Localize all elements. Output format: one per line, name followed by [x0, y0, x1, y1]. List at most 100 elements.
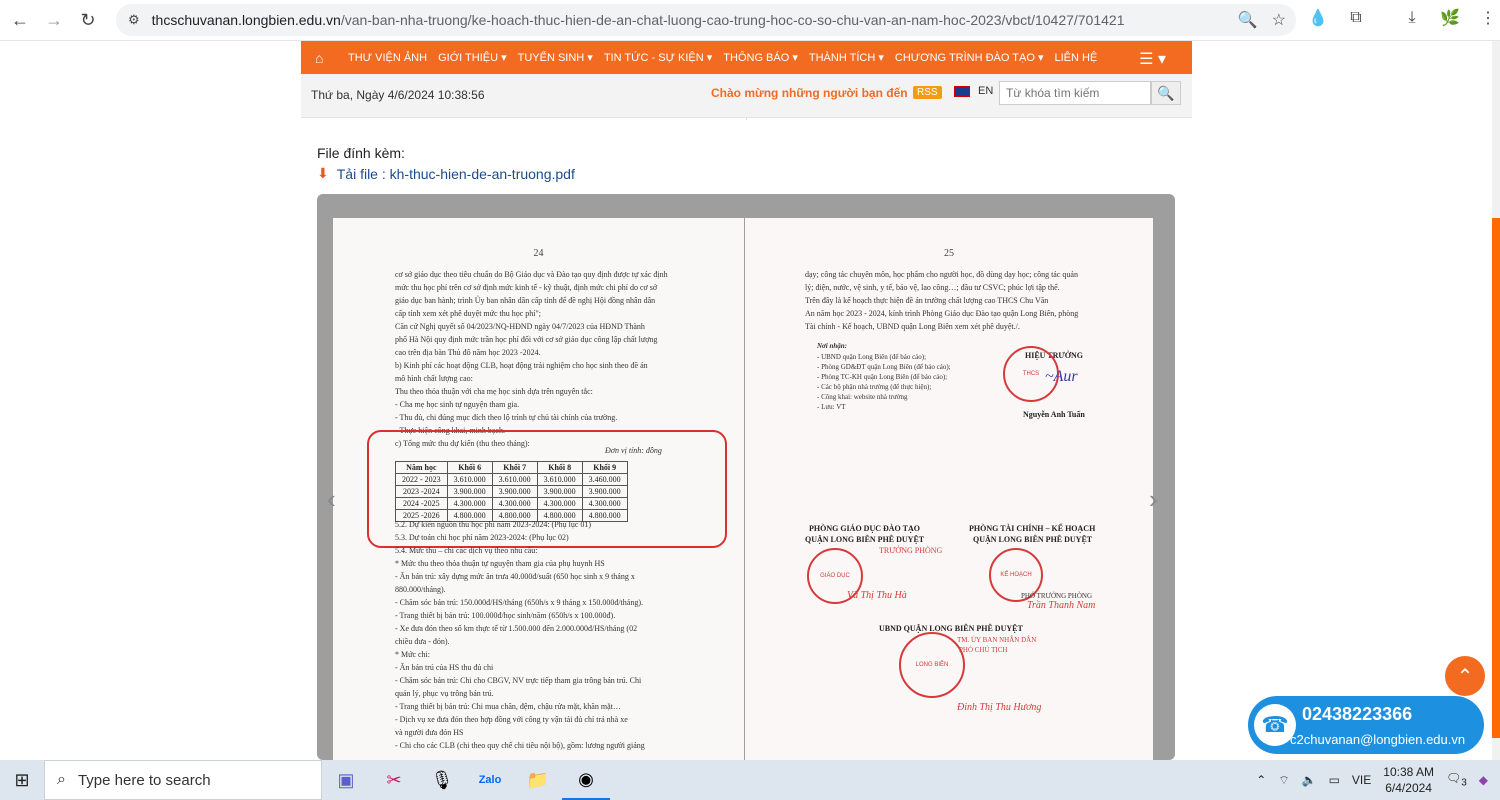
address-bar[interactable]: ⚙ thcschuvanan.longbien.edu.vn/van-ban-n… [116, 4, 1296, 36]
search-icon[interactable]: 🔍 [1151, 81, 1181, 105]
home-icon[interactable]: ⌂ [315, 50, 337, 66]
gd-role: TRƯỞNG PHÒNG [879, 546, 943, 555]
chrome-icon[interactable]: ◉ [562, 760, 610, 800]
extension-drop-icon[interactable]: 💧 [1306, 6, 1330, 30]
contact-phone[interactable]: 02438223366 [1302, 704, 1412, 725]
bookmark-star-icon[interactable]: ☆ [1272, 10, 1286, 30]
text-line: - Ăn bán trú của HS thu đủ chi [395, 663, 494, 672]
site-search-input[interactable] [999, 81, 1151, 105]
uk-flag-icon[interactable] [954, 86, 970, 97]
hamburger-menu-icon[interactable]: ☰ ▾ [1139, 49, 1166, 69]
teams-icon[interactable]: ▣ [322, 760, 370, 800]
text-line: chiều đưa - đón). [395, 637, 450, 646]
welcome-marquee: Chào mừng những người bạn đến vớ [711, 86, 909, 100]
taskbar-search[interactable]: ⌕ Type here to search [44, 760, 322, 800]
url-text[interactable]: thcschuvanan.longbien.edu.vn/van-ban-nha… [152, 12, 1125, 28]
extensions-puzzle-icon[interactable]: ⧉ [1344, 6, 1368, 30]
clock[interactable]: 10:38 AM 6/4/2024 [1383, 764, 1434, 796]
contact-widget[interactable]: ☎ 02438223366 c2chuvanan@longbien.edu.vn [1248, 696, 1484, 754]
pdf-spread: 24 cơ sở giáo dục theo tiêu chuẩn do Bộ … [333, 218, 1155, 760]
attachment-download-link[interactable]: ⬇ Tải file : kh-thuc-hien-de-an-truong.p… [317, 165, 575, 182]
prev-page-arrow-icon[interactable]: ‹ [327, 484, 336, 515]
nav-item-gallery[interactable]: THƯ VIỆN ẢNH [348, 52, 427, 64]
nav-item-admission[interactable]: TUYỂN SINH ▾ [518, 51, 593, 64]
windows-taskbar: ⊞ ⌕ Type here to search ▣ ✂ 🎙 Zalo 📁 ◉ ⌃… [0, 760, 1500, 800]
notification-icon[interactable]: 🗨3 [1446, 771, 1467, 788]
text-line: - Phòng GD&ĐT quận Long Biên (để báo cáo… [817, 363, 951, 371]
rss-badge[interactable]: RSS [913, 86, 942, 99]
text-line: - Công khai: website nhà trường [817, 393, 908, 401]
copilot-icon[interactable]: ◆ [1479, 773, 1488, 787]
text-line: 880.000/tháng). [395, 585, 446, 594]
reload-icon[interactable]: ↻ [74, 6, 102, 34]
nav-item-announcements[interactable]: THÔNG BÁO ▾ [723, 51, 798, 64]
right-page-text: dạy; công tác chuyên môn, học phẩm cho n… [805, 268, 1125, 333]
text-line: giáo dục ban hành; trình Ủy ban nhân dân… [395, 296, 656, 305]
attachment-link-text[interactable]: Tải file : kh-thuc-hien-de-an-truong.pdf [337, 166, 575, 182]
download-icon[interactable]: ⤓ [1400, 6, 1424, 30]
nav-item-programs[interactable]: CHƯƠNG TRÌNH ĐÀO TẠO ▾ [895, 51, 1044, 64]
next-page-arrow-icon[interactable]: › [1149, 484, 1158, 515]
text-line: và người đưa đón HS [395, 728, 464, 737]
gd-title-1: PHÒNG GIÁO DỤC ĐÀO TẠO [809, 524, 920, 533]
text-line: cấp tỉnh xem xét phê duyệt mức thu học p… [395, 309, 542, 318]
left-page-text-bottom: 5.2. Dự kiến nguồn thu học phí năm 2023-… [395, 518, 715, 752]
back-to-top-button[interactable]: ⌃ [1445, 656, 1485, 696]
clock-time: 10:38 AM [1383, 765, 1434, 779]
scrollbar-thumb[interactable] [1492, 218, 1500, 738]
nav-item-about[interactable]: GIỚI THIỆU ▾ [438, 51, 507, 64]
windows-start-icon[interactable]: ⊞ [0, 760, 44, 800]
ubnd-signature: Đinh Thị Thu Hương [957, 702, 1042, 713]
tray-chevron-icon[interactable]: ⌃ [1256, 773, 1266, 787]
text-line: Tài chính - Kế hoạch, UBND quận Long Biê… [805, 322, 1020, 331]
text-line: mức thu học phí trên cơ sở định mức kinh… [395, 283, 658, 292]
zoom-icon[interactable]: 🔍 [1238, 10, 1258, 30]
network-icon[interactable]: ⌔ [1278, 773, 1289, 788]
language-en[interactable]: EN [978, 85, 993, 97]
snipping-tool-icon[interactable]: ✂ [370, 760, 418, 800]
ubnd-role-2: PHÓ CHỦ TỊCH [959, 646, 1008, 654]
text-line: - Chi cho các CLB (chi theo quy chế chi … [395, 741, 645, 750]
contact-email[interactable]: c2chuvanan@longbien.edu.vn [1290, 732, 1465, 747]
volume-icon[interactable]: 🔈 [1302, 773, 1317, 787]
ubnd-title: UBND QUẬN LONG BIÊN PHÊ DUYỆT [879, 624, 1023, 633]
text-line: - Lưu: VT [817, 403, 846, 411]
gd-signature: Vũ Thị Thu Hà [847, 590, 907, 601]
forward-icon[interactable]: → [40, 6, 68, 34]
site-info-icon[interactable]: ⚙ [128, 12, 140, 28]
text-line: b) Kinh phí các hoạt động CLB, hoạt động… [395, 361, 648, 370]
info-bar: Thứ ba, Ngày 4/6/2024 10:38:56 Chào mừng… [301, 74, 1192, 118]
battery-icon[interactable]: ▭ [1329, 773, 1340, 787]
text-line: - Dịch vụ xe đưa đón theo hợp đồng với c… [395, 715, 628, 724]
tc-title-2: QUẬN LONG BIÊN PHÊ DUYỆT [973, 535, 1093, 544]
text-line: - Cha mẹ học sinh tự nguyện tham gia. [395, 400, 520, 409]
input-language[interactable]: VIE [1352, 773, 1371, 787]
text-line: * Mức thu theo thỏa thuận tự nguyện tham… [395, 559, 605, 568]
text-line: phố Hà Nội quy định mức trần học phí đối… [395, 335, 658, 344]
text-line: dạy; công tác chuyên môn, học phẩm cho n… [805, 270, 1078, 279]
browser-toolbar: ← → ↻ ⚙ thcschuvanan.longbien.edu.vn/van… [0, 0, 1500, 41]
nav-item-achievements[interactable]: THÀNH TÍCH ▾ [809, 51, 884, 64]
microphone-app-icon[interactable]: 🎙 [418, 760, 466, 800]
system-tray: ⌃ ⌔ 🔈 ▭ VIE 10:38 AM 6/4/2024 🗨3 ◆ [1256, 760, 1500, 800]
profile-avatar-icon[interactable]: 🌿 [1438, 6, 1462, 30]
kebab-menu-icon[interactable]: ⋮ [1476, 6, 1500, 30]
attachment-label: File đính kèm: [317, 145, 405, 161]
text-line: - Trang thiết bị bán trú: Chi mua chăn, … [395, 702, 621, 711]
back-icon[interactable]: ← [6, 6, 34, 34]
recipients-list: - UBND quận Long Biên (để báo cáo); - Phò… [817, 352, 951, 412]
text-line: quản lý, phục vụ trông bán trú. [395, 689, 494, 698]
zalo-icon[interactable]: Zalo [466, 760, 514, 800]
text-line: - Phòng TC-KH quận Long Biên (để báo cáo… [817, 373, 948, 381]
nav-item-contact[interactable]: LIÊN HỆ [1055, 52, 1098, 64]
text-line: Căn cứ Nghị quyết số 04/2023/NQ-HĐND ngà… [395, 322, 645, 331]
scrollbar[interactable] [1492, 41, 1500, 760]
pdf-viewer: 24 cơ sở giáo dục theo tiêu chuẩn do Bộ … [317, 194, 1175, 760]
text-line: cao trên địa bàn Thủ đô năm học 2023 -20… [395, 348, 541, 357]
page-number: 24 [533, 248, 544, 259]
download-arrow-icon: ⬇ [317, 165, 329, 181]
file-explorer-icon[interactable]: 📁 [514, 760, 562, 800]
text-line: Trên đây là kế hoạch thực hiện đề án trư… [805, 296, 1049, 305]
nav-item-news[interactable]: TIN TỨC - SỰ KIỆN ▾ [604, 51, 712, 64]
tc-title-1: PHÒNG TÀI CHÍNH – KẾ HOẠCH [969, 524, 1096, 533]
